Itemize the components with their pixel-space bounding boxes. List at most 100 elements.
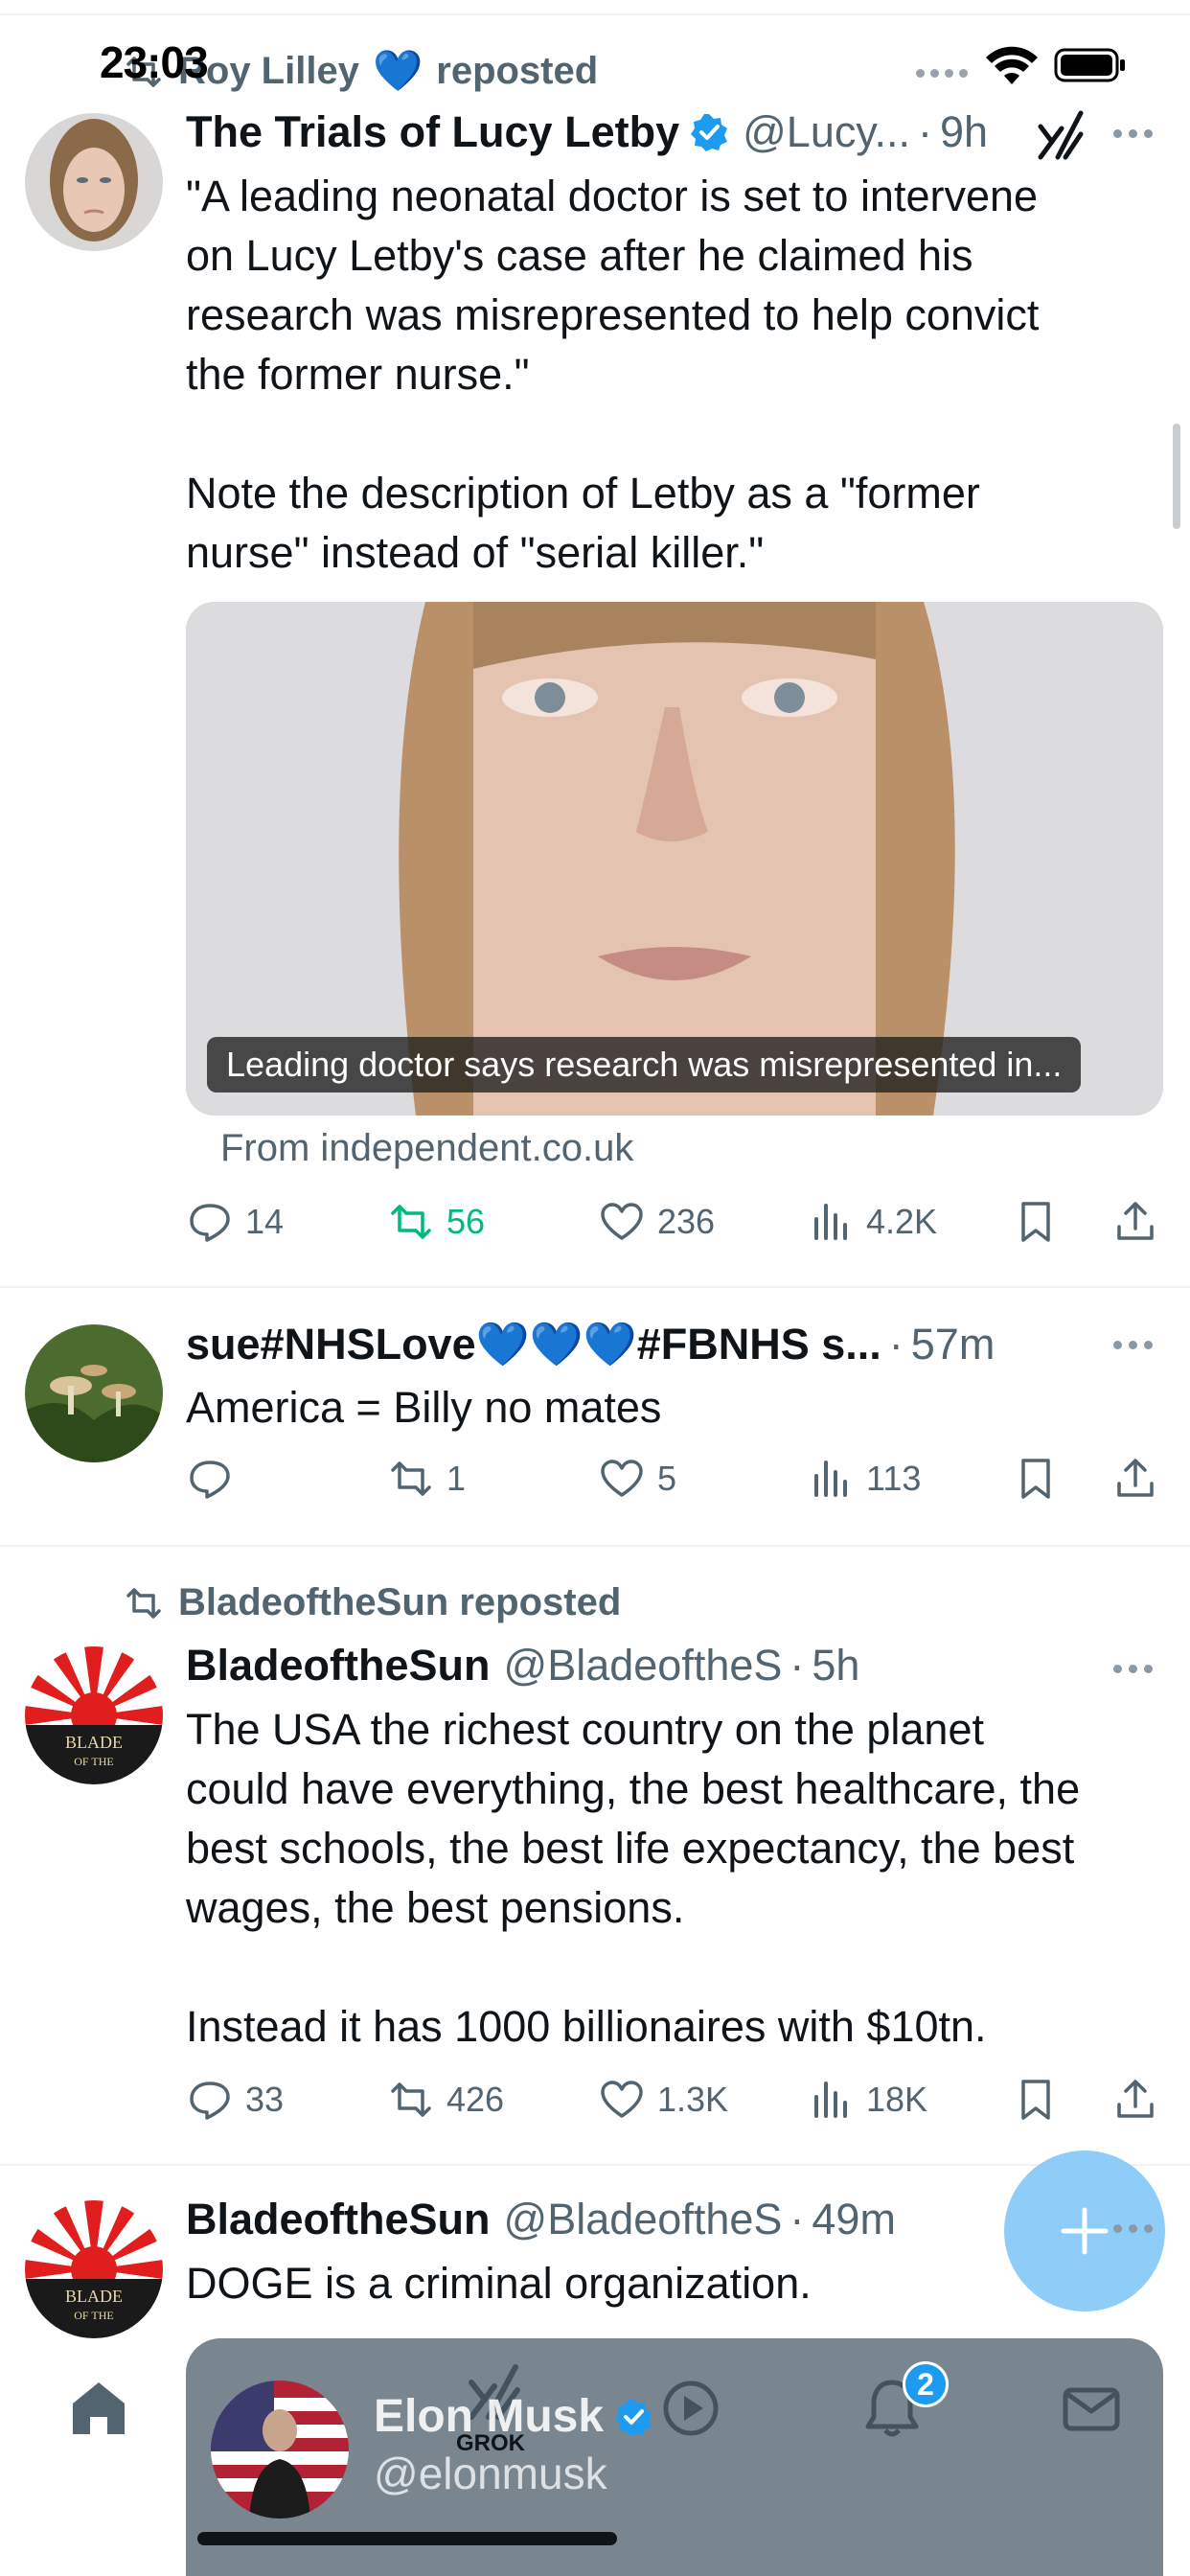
like-button[interactable]: 5 xyxy=(598,1455,676,1503)
views-button[interactable]: 18K xyxy=(807,2076,927,2124)
home-indicator xyxy=(197,2532,617,2545)
views-icon xyxy=(814,2082,847,2118)
post-divider xyxy=(0,2164,1190,2166)
post-time[interactable]: 5h xyxy=(812,1641,859,1690)
bookmark-button[interactable] xyxy=(1012,1455,1060,1503)
separator-dot: · xyxy=(888,1319,904,1368)
bookmark-icon xyxy=(1021,2080,1050,2120)
like-count: 5 xyxy=(657,1459,677,1498)
tweet-text-line: could have everything, the best healthca… xyxy=(186,1764,1081,1813)
repost-button[interactable]: 56 xyxy=(387,1198,485,1246)
notifications-badge: 2 xyxy=(903,2361,949,2407)
bookmark-button[interactable] xyxy=(1012,2076,1060,2124)
repost-button[interactable]: 426 xyxy=(387,2076,504,2124)
link-source[interactable]: From independent.co.uk xyxy=(220,1127,633,1170)
repost-icon xyxy=(391,2082,431,2117)
link-card-image[interactable]: Leading doctor says research was misrepr… xyxy=(186,602,1163,1116)
post-time[interactable]: 49m xyxy=(812,2195,896,2244)
tweet-text: "A leading neonatal doctor is set to int… xyxy=(186,167,1163,583)
post-actions: 33 426 1.3K 18K xyxy=(186,2076,1163,2133)
share-icon xyxy=(1117,1202,1154,1240)
heart-icon xyxy=(601,1203,643,1240)
separator-dot: · xyxy=(790,1641,805,1690)
tweet-text: The USA the richest country on the plane… xyxy=(186,1700,1163,2057)
more-options-icon[interactable] xyxy=(1113,1662,1161,1675)
account-avatar[interactable] xyxy=(211,2380,349,2518)
tweet-text-line: wages, the best pensions. xyxy=(186,1883,685,1932)
home-icon[interactable] xyxy=(65,2375,132,2442)
views-icon xyxy=(814,1460,847,1497)
wifi-icon xyxy=(986,46,1038,84)
repost-icon xyxy=(126,1587,161,1619)
like-button[interactable]: 236 xyxy=(598,1198,715,1246)
post-time[interactable]: 57m xyxy=(911,1320,995,1369)
repost-icon xyxy=(391,1461,431,1496)
share-button[interactable] xyxy=(1111,1198,1159,1246)
svg-text:BLADE: BLADE xyxy=(65,1733,123,1752)
bookmark-icon xyxy=(1021,1202,1050,1242)
reply-button[interactable]: 33 xyxy=(186,2076,284,2124)
share-button[interactable] xyxy=(1111,1455,1159,1503)
status-time: 23:03 xyxy=(100,37,209,87)
share-icon xyxy=(1117,2080,1154,2118)
views-button[interactable]: 113 xyxy=(807,1455,921,1503)
separator-dot: · xyxy=(790,2195,805,2243)
plus-icon xyxy=(1061,2207,1109,2255)
scrollbar[interactable] xyxy=(1173,424,1180,529)
blue-heart-emoji: 💙💙💙 xyxy=(475,1320,637,1368)
like-button[interactable]: 1.3K xyxy=(598,2076,728,2124)
tweet-text-line: Note the description of Letby as a "form… xyxy=(186,469,980,518)
display-name[interactable]: BladeoftheSun xyxy=(186,2195,491,2244)
like-count: 1.3K xyxy=(657,2080,729,2119)
repost-count: 56 xyxy=(446,1202,486,1241)
avatar[interactable] xyxy=(25,1324,163,1462)
views-button[interactable]: 4.2K xyxy=(807,1198,937,1246)
display-name[interactable]: BladeoftheSun xyxy=(186,1641,491,1690)
more-options-icon[interactable] xyxy=(1113,2221,1161,2235)
share-button[interactable] xyxy=(1111,2076,1159,2124)
views-count: 18K xyxy=(866,2080,928,2119)
like-count: 236 xyxy=(657,1202,716,1241)
tweet-text: America = Billy no mates xyxy=(186,1383,662,1432)
reply-button[interactable]: 14 xyxy=(186,1198,284,1246)
tweet-text-line: on Lucy Letby's case after he claimed hi… xyxy=(186,231,973,280)
repost-count: 1 xyxy=(446,1459,467,1498)
display-name-suffix[interactable]: #FBNHS s... xyxy=(637,1320,881,1369)
post-header: BladeoftheSun @BladeoftheS · 49m xyxy=(186,2195,896,2244)
reply-button[interactable] xyxy=(186,1455,245,1503)
battery-icon xyxy=(1054,48,1125,82)
post-actions: 14 56 236 4.2K xyxy=(186,1198,1163,1255)
avatar[interactable]: BLADE OF THE xyxy=(25,1646,163,1784)
avatar[interactable]: BLADE OF THE xyxy=(25,2200,163,2338)
repost-icon xyxy=(391,1205,431,1239)
tweet-text-line: the former nurse." xyxy=(186,350,530,399)
post-divider xyxy=(0,1545,1190,1547)
reply-count: 14 xyxy=(245,1202,285,1241)
tweet-text-line: nurse" instead of "serial killer." xyxy=(186,528,765,577)
post-divider xyxy=(0,1286,1190,1288)
views-icon xyxy=(814,1204,847,1240)
reply-icon xyxy=(190,1460,230,1499)
reply-icon xyxy=(190,2082,230,2120)
verified-badge-icon xyxy=(615,2398,652,2436)
status-bar: 23:03 xyxy=(0,0,1190,144)
handle[interactable]: @BladeoftheS xyxy=(504,2195,783,2244)
heart-icon xyxy=(601,1460,643,1497)
post-actions: 1 5 113 xyxy=(186,1455,1163,1512)
cellular-signal-icon xyxy=(916,69,968,78)
handle[interactable]: @BladeoftheS xyxy=(504,1641,783,1690)
bookmark-icon xyxy=(1021,1459,1050,1499)
tweet-text-line: "A leading neonatal doctor is set to int… xyxy=(186,172,1039,220)
repost-indicator: BladeoftheSun reposted xyxy=(123,1581,621,1624)
heart-icon xyxy=(601,2081,643,2118)
bookmark-button[interactable] xyxy=(1012,1198,1060,1246)
tweet-text-line: research was misrepresented to help conv… xyxy=(186,290,1040,339)
post-header: sue#NHSLove 💙💙💙 #FBNHS s... · 57m xyxy=(186,1319,995,1369)
svg-text:OF THE: OF THE xyxy=(74,2309,113,2322)
svg-text:BLADE: BLADE xyxy=(65,2287,123,2306)
repost-button[interactable]: 1 xyxy=(387,1455,466,1503)
more-options-icon[interactable] xyxy=(1113,1338,1161,1351)
reply-count: 33 xyxy=(245,2080,285,2119)
display-name[interactable]: sue#NHSLove xyxy=(186,1320,476,1369)
repost-by-name[interactable]: BladeoftheSun reposted xyxy=(178,1581,621,1624)
